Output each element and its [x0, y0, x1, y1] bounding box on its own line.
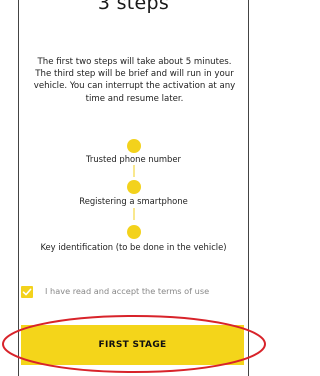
terms-row: I have read and accept the terms of use: [21, 286, 221, 300]
activation-screen: 3 steps The first two steps will take ab…: [18, 0, 249, 376]
step-1-dot: [126, 139, 141, 153]
terms-label[interactable]: I have read and accept the terms of use: [45, 286, 209, 296]
terms-checkbox[interactable]: [21, 286, 33, 298]
first-stage-button[interactable]: FIRST STAGE: [21, 325, 244, 365]
page-title: 3 steps: [97, 0, 170, 14]
step-2-label: Registering a smartphone: [79, 196, 188, 206]
step-connector: [133, 165, 134, 177]
step-1-label: Trusted phone number: [86, 154, 181, 164]
step-3-label: Key identification (to be done in the ve…: [40, 242, 227, 252]
step-2-dot: [126, 180, 141, 194]
step-connector: [133, 208, 134, 220]
check-icon: [22, 288, 32, 296]
step-3-dot: [126, 225, 141, 239]
intro-text: The first two steps will take about 5 mi…: [33, 57, 236, 104]
